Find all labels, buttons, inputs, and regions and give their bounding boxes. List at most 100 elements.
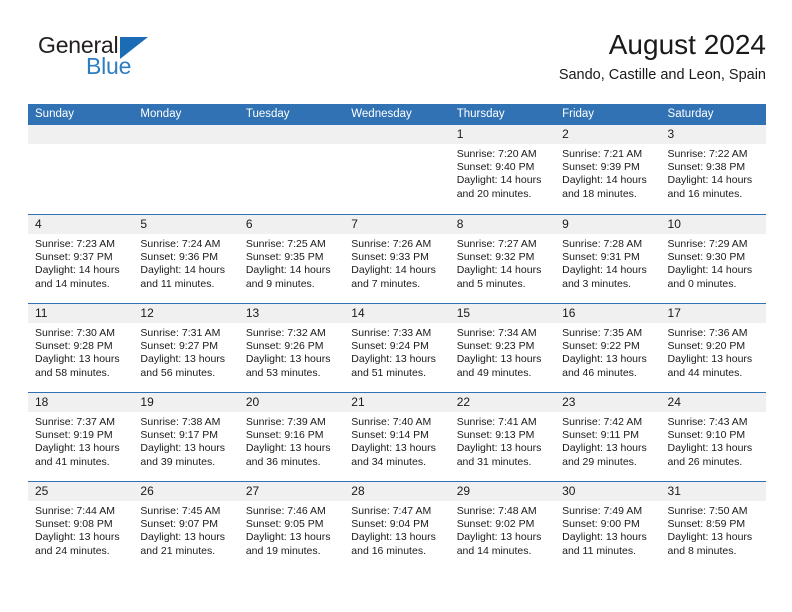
- day-details: Sunrise: 7:26 AM Sunset: 9:33 PM Daylight:…: [344, 234, 449, 291]
- calendar-day-cell[interactable]: 23 Sunrise: 7:42 AM Sunset: 9:11 PM Dayligh…: [555, 393, 661, 481]
- calendar-day-cell[interactable]: 18 Sunrise: 7:37 AM Sunset: 9:19 PM Dayligh…: [28, 393, 134, 481]
- general-blue-logo[interactable]: General Blue: [28, 32, 258, 92]
- calendar-day-cell[interactable]: 6 Sunrise: 7:25 AM Sunset: 9:35 PM Daylight…: [238, 215, 345, 303]
- calendar-day-cell[interactable]: 15 Sunrise: 7:34 AM Sunset: 9:23 PM Dayligh…: [449, 304, 556, 392]
- weekday-header-sunday: Sunday: [35, 108, 75, 120]
- day-details: Sunrise: 7:35 AM Sunset: 9:22 PM Daylight:…: [555, 323, 660, 380]
- calendar-day-cell[interactable]: 12 Sunrise: 7:31 AM Sunset: 9:27 PM Dayligh…: [133, 304, 239, 392]
- sunrise-text: Sunrise: 7:24 AM: [140, 238, 221, 250]
- day-number: 15: [449, 304, 556, 323]
- day-number: [238, 125, 345, 144]
- sunrise-text: Sunrise: 7:32 AM: [245, 327, 326, 339]
- calendar-day-cell[interactable]: 25 Sunrise: 7:44 AM Sunset: 9:08 PM Dayligh…: [28, 482, 134, 570]
- day-details: Sunrise: 7:42 AM Sunset: 9:11 PM Daylight:…: [555, 412, 660, 469]
- sunset-text: Sunset: 9:37 PM: [35, 251, 113, 264]
- logo-text-blue: Blue: [86, 53, 132, 79]
- weekday-header-saturday: Saturday: [667, 108, 714, 120]
- sunset-text: Sunset: 9:27 PM: [140, 340, 219, 353]
- calendar-page: General Blue August 2024 Sando, Castille…: [0, 0, 792, 612]
- sunset-text: Sunset: 9:23 PM: [456, 340, 535, 353]
- daylight-text: Daylight: 13 hours and 19 minutes.: [245, 531, 331, 557]
- calendar-day-cell[interactable]: 3 Sunrise: 7:22 AM Sunset: 9:38 PM Daylight…: [660, 125, 766, 214]
- calendar-day-cell[interactable]: 27 Sunrise: 7:46 AM Sunset: 9:05 PM Dayligh…: [238, 482, 345, 570]
- calendar-day-cell[interactable]: 31 Sunrise: 7:50 AM Sunset: 8:59 PM Dayligh…: [660, 482, 766, 570]
- day-number: [133, 125, 239, 144]
- sunset-text: Sunset: 9:26 PM: [245, 340, 324, 353]
- sunrise-text: Sunrise: 7:41 AM: [456, 416, 537, 428]
- calendar-week-row: 11 Sunrise: 7:30 AM Sunset: 9:28 PM Dayligh…: [28, 303, 766, 392]
- day-number: 1: [449, 125, 556, 144]
- calendar-day-cell[interactable]: 28 Sunrise: 7:47 AM Sunset: 9:04 PM Dayligh…: [344, 482, 450, 570]
- sunrise-text: Sunrise: 7:42 AM: [562, 416, 643, 428]
- day-number: 30: [555, 482, 661, 501]
- calendar-day-cell[interactable]: 13 Sunrise: 7:32 AM Sunset: 9:26 PM Dayligh…: [238, 304, 345, 392]
- sunrise-text: Sunrise: 7:45 AM: [140, 505, 221, 517]
- calendar-day-cell[interactable]: 20 Sunrise: 7:39 AM Sunset: 9:16 PM Dayligh…: [238, 393, 345, 481]
- day-number: 18: [28, 393, 134, 412]
- day-details: Sunrise: 7:23 AM Sunset: 9:37 PM Daylight:…: [28, 234, 133, 291]
- sunset-text: Sunset: 9:02 PM: [456, 518, 535, 531]
- calendar-day-cell[interactable]: 24 Sunrise: 7:43 AM Sunset: 9:10 PM Dayligh…: [660, 393, 766, 481]
- calendar-day-cell[interactable]: 1 Sunrise: 7:20 AM Sunset: 9:40 PM Daylight…: [449, 125, 556, 214]
- sunrise-text: Sunrise: 7:39 AM: [245, 416, 326, 428]
- sunset-text: Sunset: 9:22 PM: [562, 340, 640, 353]
- sunset-text: Sunset: 8:59 PM: [667, 518, 746, 531]
- daylight-text: Daylight: 14 hours and 20 minutes.: [456, 174, 542, 200]
- sunrise-text: Sunrise: 7:47 AM: [351, 505, 432, 517]
- calendar-day-cell[interactable]: 9 Sunrise: 7:28 AM Sunset: 9:31 PM Daylight…: [555, 215, 661, 303]
- sunrise-text: Sunrise: 7:46 AM: [245, 505, 326, 517]
- daylight-text: Daylight: 14 hours and 0 minutes.: [667, 264, 753, 290]
- sunrise-text: Sunrise: 7:21 AM: [562, 148, 643, 160]
- day-number: 21: [344, 393, 450, 412]
- day-number: 28: [344, 482, 450, 501]
- sunrise-text: Sunrise: 7:48 AM: [456, 505, 537, 517]
- day-details: Sunrise: 7:34 AM Sunset: 9:23 PM Daylight:…: [450, 323, 555, 380]
- day-number: 3: [660, 125, 766, 144]
- calendar-day-cell[interactable]: 29 Sunrise: 7:48 AM Sunset: 9:02 PM Dayligh…: [449, 482, 556, 570]
- sunrise-text: Sunrise: 7:35 AM: [562, 327, 643, 339]
- weekday-header-row: Sunday Monday Tuesday Wednesday Thursday Frid…: [28, 104, 766, 125]
- calendar-day-cell-empty: [238, 125, 345, 214]
- calendar-day-cell[interactable]: 17 Sunrise: 7:36 AM Sunset: 9:20 PM Dayligh…: [660, 304, 766, 392]
- sunrise-text: Sunrise: 7:28 AM: [562, 238, 643, 250]
- title-block: August 2024 Sando, Castille and Leon, Sp…: [559, 28, 766, 84]
- calendar-weeks: 1 Sunrise: 7:20 AM Sunset: 9:40 PM Daylight…: [28, 125, 766, 570]
- day-number: 24: [660, 393, 766, 412]
- calendar-day-cell[interactable]: 16 Sunrise: 7:35 AM Sunset: 9:22 PM Dayligh…: [555, 304, 661, 392]
- daylight-text: Daylight: 13 hours and 53 minutes.: [245, 353, 331, 379]
- daylight-text: Daylight: 14 hours and 14 minutes.: [35, 264, 120, 290]
- day-number: 4: [28, 215, 134, 234]
- sunrise-text: Sunrise: 7:34 AM: [456, 327, 537, 339]
- calendar-day-cell[interactable]: 4 Sunrise: 7:23 AM Sunset: 9:37 PM Daylight…: [28, 215, 134, 303]
- calendar-day-cell[interactable]: 2 Sunrise: 7:21 AM Sunset: 9:39 PM Daylight…: [555, 125, 661, 214]
- sunrise-text: Sunrise: 7:36 AM: [667, 327, 748, 339]
- calendar-day-cell[interactable]: 8 Sunrise: 7:27 AM Sunset: 9:32 PM Daylight…: [449, 215, 556, 303]
- day-details: Sunrise: 7:32 AM Sunset: 9:26 PM Daylight:…: [239, 323, 344, 380]
- calendar-day-cell[interactable]: 26 Sunrise: 7:45 AM Sunset: 9:07 PM Dayligh…: [133, 482, 239, 570]
- day-number: 13: [238, 304, 345, 323]
- calendar-day-cell[interactable]: 21 Sunrise: 7:40 AM Sunset: 9:14 PM Dayligh…: [344, 393, 450, 481]
- calendar-day-cell[interactable]: 7 Sunrise: 7:26 AM Sunset: 9:33 PM Daylight…: [344, 215, 450, 303]
- sunrise-text: Sunrise: 7:38 AM: [140, 416, 221, 428]
- day-details: Sunrise: 7:22 AM Sunset: 9:38 PM Daylight:…: [661, 144, 766, 201]
- sunset-text: Sunset: 9:04 PM: [351, 518, 429, 531]
- sunrise-text: Sunrise: 7:43 AM: [667, 416, 748, 428]
- calendar-day-cell[interactable]: 5 Sunrise: 7:24 AM Sunset: 9:36 PM Daylight…: [133, 215, 239, 303]
- day-number: 6: [238, 215, 345, 234]
- calendar-day-cell[interactable]: 19 Sunrise: 7:38 AM Sunset: 9:17 PM Dayligh…: [133, 393, 239, 481]
- day-details: Sunrise: 7:30 AM Sunset: 9:28 PM Daylight:…: [28, 323, 133, 380]
- sunset-text: Sunset: 9:20 PM: [667, 340, 746, 353]
- day-details: Sunrise: 7:47 AM Sunset: 9:04 PM Daylight:…: [344, 501, 449, 558]
- daylight-text: Daylight: 13 hours and 46 minutes.: [562, 353, 647, 379]
- calendar-day-cell[interactable]: 30 Sunrise: 7:49 AM Sunset: 9:00 PM Dayligh…: [555, 482, 661, 570]
- calendar-day-cell[interactable]: 22 Sunrise: 7:41 AM Sunset: 9:13 PM Dayligh…: [449, 393, 556, 481]
- calendar-day-cell[interactable]: 10 Sunrise: 7:29 AM Sunset: 9:30 PM Dayligh…: [660, 215, 766, 303]
- day-number: [344, 125, 450, 144]
- day-number: 5: [133, 215, 239, 234]
- calendar-day-cell[interactable]: 11 Sunrise: 7:30 AM Sunset: 9:28 PM Dayligh…: [28, 304, 134, 392]
- daylight-text: Daylight: 13 hours and 51 minutes.: [351, 353, 436, 379]
- sunset-text: Sunset: 9:33 PM: [351, 251, 429, 264]
- calendar-day-cell[interactable]: 14 Sunrise: 7:33 AM Sunset: 9:24 PM Dayligh…: [344, 304, 450, 392]
- day-number: 22: [449, 393, 556, 412]
- weekday-header-wednesday: Wednesday: [351, 108, 412, 120]
